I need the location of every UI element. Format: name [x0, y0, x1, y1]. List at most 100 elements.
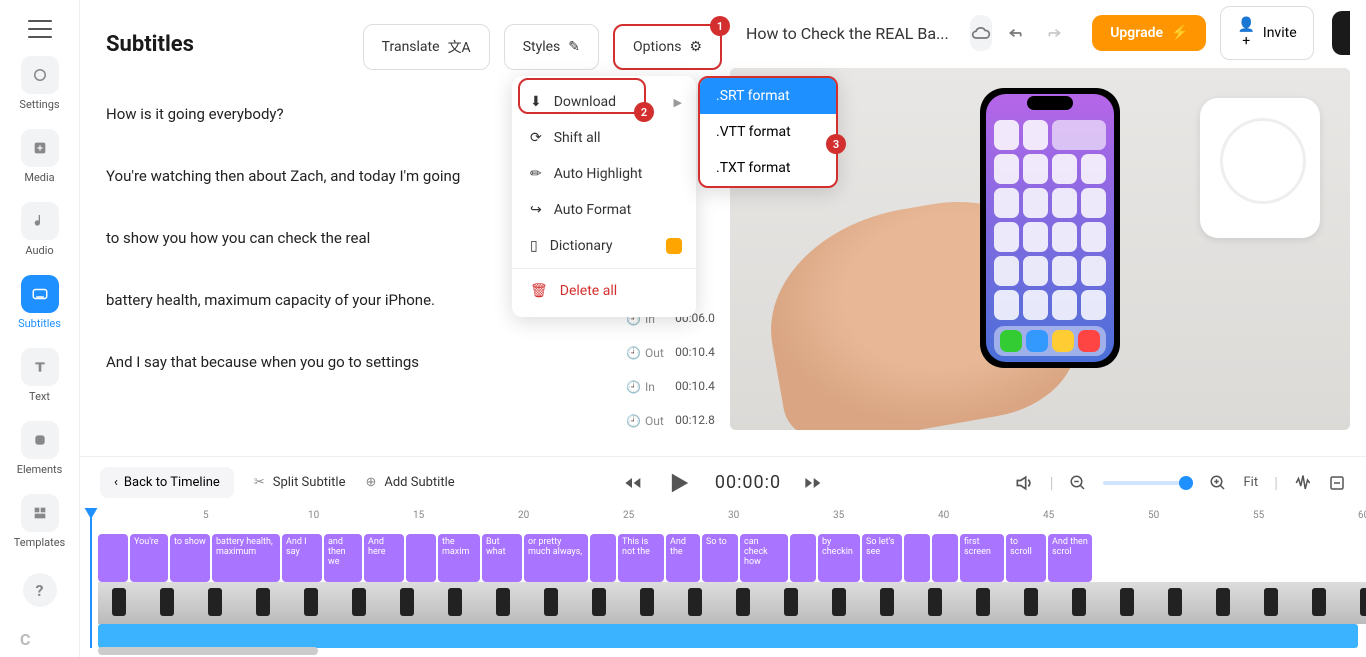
subtitle-clip[interactable]: This is not the [618, 534, 664, 582]
video-thumbnail[interactable] [194, 582, 242, 624]
video-thumbnail[interactable] [242, 582, 290, 624]
help-button[interactable]: ? [23, 573, 57, 607]
subtitle-clip[interactable]: to show [170, 534, 210, 582]
audio-track[interactable] [98, 624, 1358, 648]
video-thumbnail[interactable] [1106, 582, 1154, 624]
menu-shift-all[interactable]: ⟳ Shift all [512, 120, 696, 156]
zoom-out-button[interactable] [1069, 474, 1087, 492]
video-thumbnail[interactable] [1202, 582, 1250, 624]
video-thumbnail[interactable] [866, 582, 914, 624]
undo-button[interactable] [1006, 15, 1028, 51]
waveform-icon[interactable] [1294, 474, 1312, 492]
timeline-ruler[interactable]: 51015202530354045505560 [80, 508, 1366, 534]
video-thumbnail[interactable] [770, 582, 818, 624]
subtitle-clip[interactable] [590, 534, 616, 582]
sidebar-item-text[interactable]: Text [0, 348, 79, 403]
menu-icon[interactable] [28, 20, 52, 38]
video-thumbnail[interactable] [98, 582, 146, 624]
zoom-slider-knob[interactable] [1179, 476, 1193, 490]
sidebar-item-settings[interactable]: Settings [0, 56, 79, 111]
subtitle-clip[interactable]: But what [482, 534, 522, 582]
video-thumbnail[interactable] [722, 582, 770, 624]
video-thumbnail[interactable] [1058, 582, 1106, 624]
cloud-icon[interactable] [970, 15, 992, 51]
horizontal-scrollbar[interactable] [98, 647, 318, 655]
subtitle-clip[interactable]: And the [666, 534, 700, 582]
subtitle-clip[interactable] [932, 534, 958, 582]
video-thumbnail[interactable] [290, 582, 338, 624]
subtitle-clip[interactable]: the maxim [438, 534, 480, 582]
menu-delete-all[interactable]: 🗑 Delete all [512, 268, 696, 309]
subtitle-clip[interactable] [98, 534, 128, 582]
sidebar-item-media[interactable]: Media [0, 129, 79, 184]
subtitle-clip[interactable]: And I say [282, 534, 322, 582]
subtitle-clip[interactable]: to scroll [1006, 534, 1046, 582]
menu-download[interactable]: ⬇ Download ▶ [512, 84, 696, 120]
subtitle-clip[interactable] [904, 534, 930, 582]
subtitle-clip[interactable]: You're [130, 534, 168, 582]
menu-auto-format[interactable]: ↪ Auto Format [512, 192, 696, 228]
video-thumbnail[interactable] [530, 582, 578, 624]
upgrade-button[interactable]: Upgrade ⚡ [1092, 15, 1206, 51]
play-button[interactable] [665, 469, 693, 497]
subtitle-clip[interactable]: can check how [740, 534, 788, 582]
subtitle-clip[interactable]: And here [364, 534, 404, 582]
format-vtt[interactable]: .VTT format [700, 114, 836, 150]
playhead[interactable] [90, 508, 92, 648]
video-thumbnail[interactable] [914, 582, 962, 624]
export-button[interactable] [1332, 11, 1350, 55]
forward-button[interactable] [803, 473, 823, 493]
video-thumbnail[interactable] [962, 582, 1010, 624]
add-subtitle-button[interactable]: ⊕ Add Subtitle [365, 475, 454, 490]
styles-button[interactable]: Styles ✎ [504, 24, 599, 70]
subtitle-clip[interactable]: first screen [960, 534, 1004, 582]
video-thumbnail[interactable] [386, 582, 434, 624]
video-thumbnail[interactable] [818, 582, 866, 624]
redo-button[interactable] [1042, 15, 1064, 51]
zoom-slider[interactable] [1103, 481, 1193, 485]
video-thumbnail[interactable] [1154, 582, 1202, 624]
video-thumbnail[interactable] [626, 582, 674, 624]
subtitle-clip[interactable]: or pretty much always, [524, 534, 588, 582]
timing-value[interactable]: 00:10.4 [672, 346, 718, 359]
timeline[interactable]: 51015202530354045505560 You'reto showbat… [80, 508, 1366, 657]
fit-button[interactable]: Fit [1243, 475, 1258, 490]
translate-button[interactable]: Translate 文A [363, 24, 490, 70]
video-thumbnail[interactable] [482, 582, 530, 624]
video-thumbnail[interactable] [434, 582, 482, 624]
split-subtitle-button[interactable]: ✂ Split Subtitle [254, 475, 346, 490]
subtitle-clip[interactable]: So to [702, 534, 738, 582]
sidebar-item-templates[interactable]: Templates [0, 494, 79, 549]
collapse-icon[interactable] [1328, 474, 1346, 492]
format-txt[interactable]: .TXT format [700, 150, 836, 186]
sidebar-item-elements[interactable]: Elements [0, 421, 79, 476]
timing-value[interactable]: 00:10.4 [672, 380, 718, 393]
project-title[interactable]: How to Check the REAL Ba... [746, 24, 956, 43]
subtitle-line[interactable]: And I say that because when you go to se… [106, 331, 704, 393]
video-track[interactable] [80, 582, 1366, 624]
zoom-in-button[interactable] [1209, 474, 1227, 492]
sidebar-item-subtitles[interactable]: Subtitles [0, 275, 79, 330]
subtitle-clip[interactable] [406, 534, 436, 582]
video-thumbnail[interactable] [1298, 582, 1346, 624]
subtitle-clip[interactable]: battery health, maximum [212, 534, 280, 582]
rewind-button[interactable] [623, 473, 643, 493]
menu-auto-highlight[interactable]: ✏ Auto Highlight [512, 156, 696, 192]
subtitle-clip[interactable]: by checkin [818, 534, 860, 582]
subtitle-clip[interactable]: and then we [324, 534, 362, 582]
format-srt[interactable]: .SRT format [700, 78, 836, 114]
invite-button[interactable]: 👤+ Invite [1220, 6, 1313, 60]
back-to-timeline-button[interactable]: ‹ Back to Timeline [100, 467, 234, 498]
subtitle-clip[interactable] [790, 534, 816, 582]
video-thumbnail[interactable] [578, 582, 626, 624]
video-thumbnail[interactable] [146, 582, 194, 624]
options-button[interactable]: Options ⚙ 1 [613, 24, 722, 70]
video-thumbnail[interactable] [1250, 582, 1298, 624]
subtitle-clip[interactable]: So let's see [862, 534, 902, 582]
menu-dictionary[interactable]: ▯ Dictionary [512, 228, 696, 264]
sidebar-item-audio[interactable]: Audio [0, 202, 79, 257]
video-thumbnail[interactable] [1346, 582, 1366, 624]
video-thumbnail[interactable] [674, 582, 722, 624]
subtitle-track[interactable]: You'reto showbattery health, maximumAnd … [80, 534, 1366, 582]
timing-value[interactable]: 00:12.8 [672, 414, 718, 427]
